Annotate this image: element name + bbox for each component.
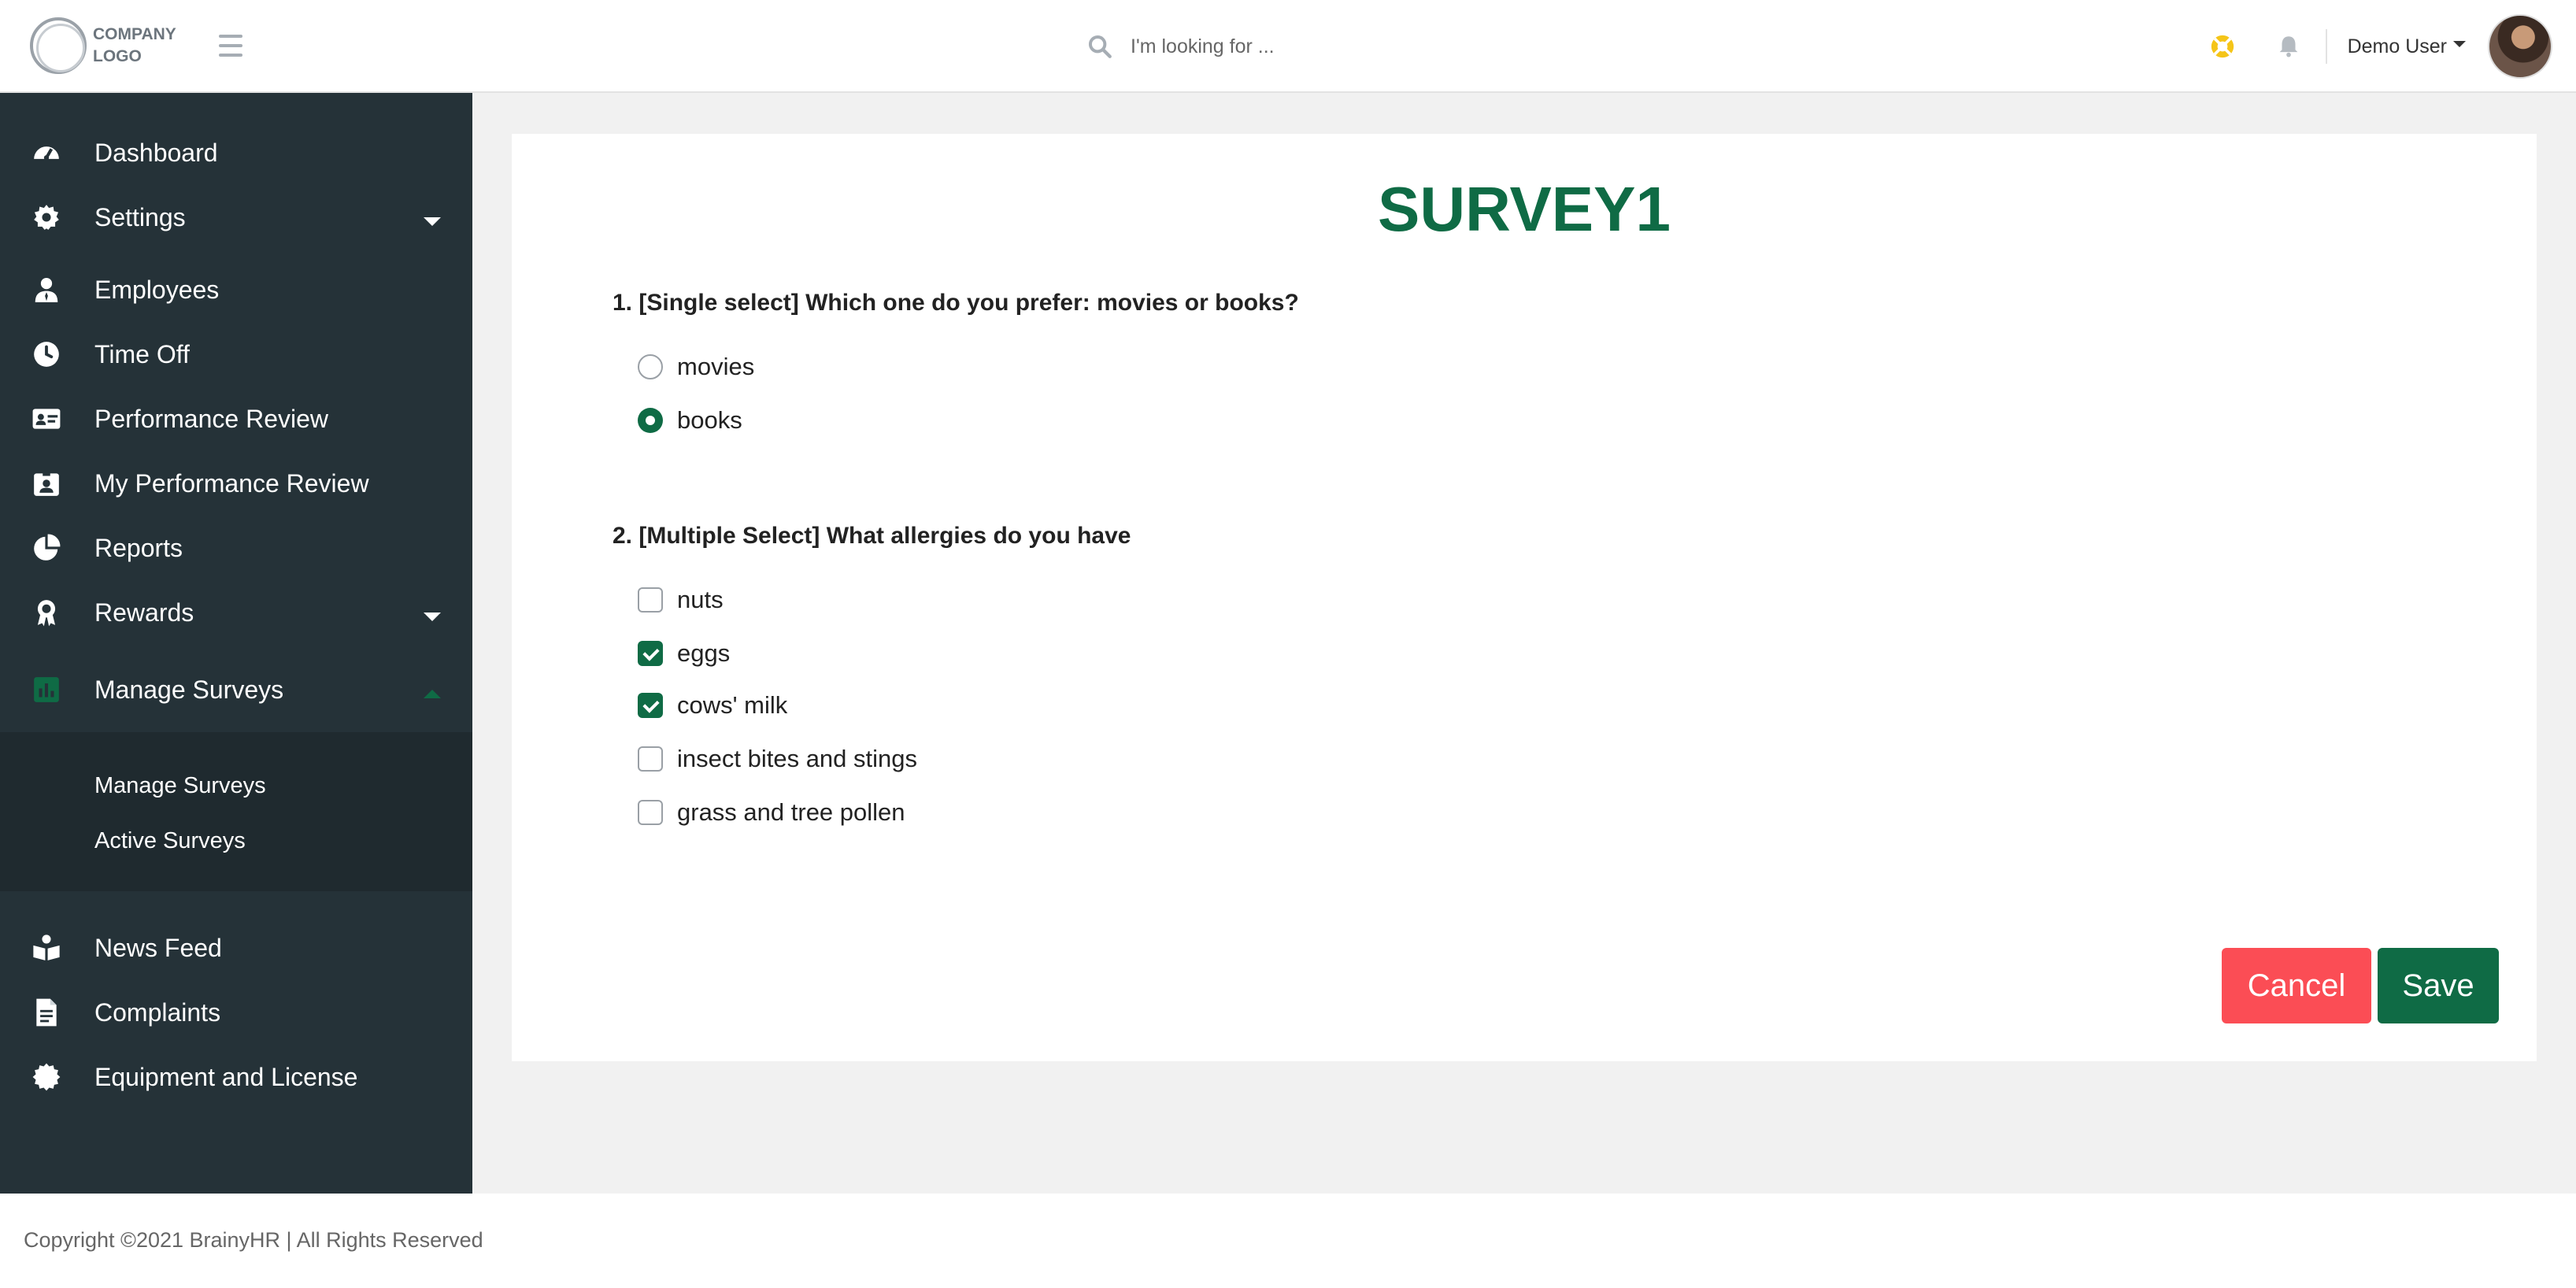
sidebar-item-news-feed[interactable]: News Feed (0, 920, 472, 976)
sidebar-item-settings[interactable]: Settings (0, 189, 472, 246)
submenu-item-manage-surveys[interactable]: Manage Surveys (94, 773, 266, 799)
chevron-down-icon (424, 217, 441, 226)
checkbox-cows-milk[interactable] (638, 693, 663, 718)
chevron-up-icon (424, 690, 441, 698)
search-icon[interactable] (1086, 33, 1113, 60)
sidebar-item-label: My Performance Review (94, 468, 369, 498)
sidebar-item-equipment-and-license[interactable]: Equipment and License (0, 1049, 472, 1105)
checkbox-nuts[interactable] (638, 587, 663, 613)
search-bar (1086, 28, 1496, 65)
checkbox-pollen[interactable] (638, 800, 663, 825)
sidebar-item-reports[interactable]: Reports (0, 520, 472, 576)
sidebar-item-label: Rewards (94, 598, 194, 627)
checkbox-option-eggs[interactable]: eggs (638, 638, 730, 669)
bar-chart-icon (30, 673, 63, 706)
user-icon (30, 273, 63, 306)
option-label: insect bites and stings (677, 745, 918, 772)
sidebar-item-rewards[interactable]: Rewards (0, 584, 472, 641)
page-title: SURVEY1 (1377, 174, 1671, 244)
cancel-button[interactable]: Cancel (2222, 948, 2371, 1023)
logo-mark-icon (30, 17, 87, 74)
sidebar-item-label: Employees (94, 275, 220, 304)
copyright-text: Copyright ©2021 BrainyHR | All Rights Re… (24, 1228, 483, 1252)
footer: Copyright ©2021 BrainyHR | All Rights Re… (0, 1194, 2576, 1288)
gear-icon (30, 201, 63, 234)
checkbox-eggs[interactable] (638, 641, 663, 666)
checkbox-insect-bites[interactable] (638, 746, 663, 772)
search-input[interactable] (1131, 35, 1477, 58)
id-card-icon (30, 402, 63, 435)
option-label: nuts (677, 586, 724, 613)
logo-line-2: LOGO (93, 47, 142, 65)
sidebar-item-label: Reports (94, 533, 183, 562)
option-label: cows' milk (677, 691, 788, 719)
user-menu[interactable]: Demo User (2348, 35, 2447, 58)
company-logo[interactable]: COMPANY LOGO (30, 17, 187, 74)
sidebar-item-label: Performance Review (94, 404, 328, 433)
top-bar: COMPANY LOGO Demo User (0, 0, 2576, 93)
reader-icon (30, 931, 63, 964)
radio-option-books[interactable]: books (638, 405, 742, 436)
header-divider (2325, 29, 2327, 64)
sidebar-item-label: Time Off (94, 339, 190, 368)
checkbox-option-cows-milk[interactable]: cows' milk (638, 690, 787, 721)
pie-chart-icon (30, 531, 63, 564)
lifebuoy-icon[interactable] (2209, 33, 2236, 60)
sidebar-item-label: Dashboard (94, 138, 218, 167)
checkbox-option-nuts[interactable]: nuts (638, 584, 724, 616)
id-badge-icon (30, 467, 63, 500)
award-icon (30, 596, 63, 629)
dashboard-icon (30, 136, 63, 169)
question-1-text: 1. [Single select] Which one do you pref… (613, 290, 1299, 316)
option-label: grass and tree pollen (677, 798, 905, 826)
logo-text: COMPANY LOGO (93, 24, 187, 68)
sidebar-item-manage-surveys[interactable]: Manage Surveys (0, 661, 472, 718)
top-right-actions: Demo User (2209, 0, 2576, 93)
sidebar-item-employees[interactable]: Employees (0, 261, 472, 318)
sidebar-item-time-off[interactable]: Time Off (0, 326, 472, 383)
sidebar-item-dashboard[interactable]: Dashboard (0, 124, 472, 181)
option-label: eggs (677, 639, 731, 667)
question-2-text: 2. [Multiple Select] What allergies do y… (613, 523, 1131, 549)
sidebar-item-label: Manage Surveys (94, 675, 284, 704)
sidebar-item-label: Settings (94, 202, 186, 231)
option-label: movies (677, 353, 755, 380)
radio-option-movies[interactable]: movies (638, 351, 754, 383)
survey-card: SURVEY1 1. [Single select] Which one do … (512, 134, 2537, 1061)
sidebar-item-performance-review[interactable]: Performance Review (0, 390, 472, 447)
manage-surveys-submenu: Manage Surveys Active Surveys (0, 732, 472, 891)
sidebar-item-label: News Feed (94, 933, 222, 962)
avatar[interactable] (2488, 14, 2552, 79)
certificate-icon (30, 1060, 63, 1094)
radio-button-books[interactable] (638, 408, 663, 433)
option-label: books (677, 406, 742, 434)
sidebar: Dashboard Settings Employees Time Off Pe… (0, 93, 472, 1194)
save-button[interactable]: Save (2378, 948, 2499, 1023)
radio-button-movies[interactable] (638, 354, 663, 379)
checkbox-option-pollen[interactable]: grass and tree pollen (638, 797, 905, 828)
chevron-down-icon[interactable] (2453, 41, 2466, 47)
sidebar-item-label: Complaints (94, 997, 221, 1027)
bell-icon[interactable] (2275, 33, 2302, 60)
chevron-down-icon (424, 613, 441, 621)
checkbox-option-insect-bites[interactable]: insect bites and stings (638, 743, 917, 775)
sidebar-item-label: Equipment and License (94, 1062, 358, 1091)
submenu-item-active-surveys[interactable]: Active Surveys (94, 828, 246, 854)
logo-line-1: COMPANY (93, 25, 176, 43)
file-icon (30, 996, 63, 1029)
clock-icon (30, 338, 63, 371)
menu-toggle-icon[interactable] (219, 35, 242, 57)
sidebar-item-complaints[interactable]: Complaints (0, 984, 472, 1041)
sidebar-item-my-performance-review[interactable]: My Performance Review (0, 455, 472, 512)
